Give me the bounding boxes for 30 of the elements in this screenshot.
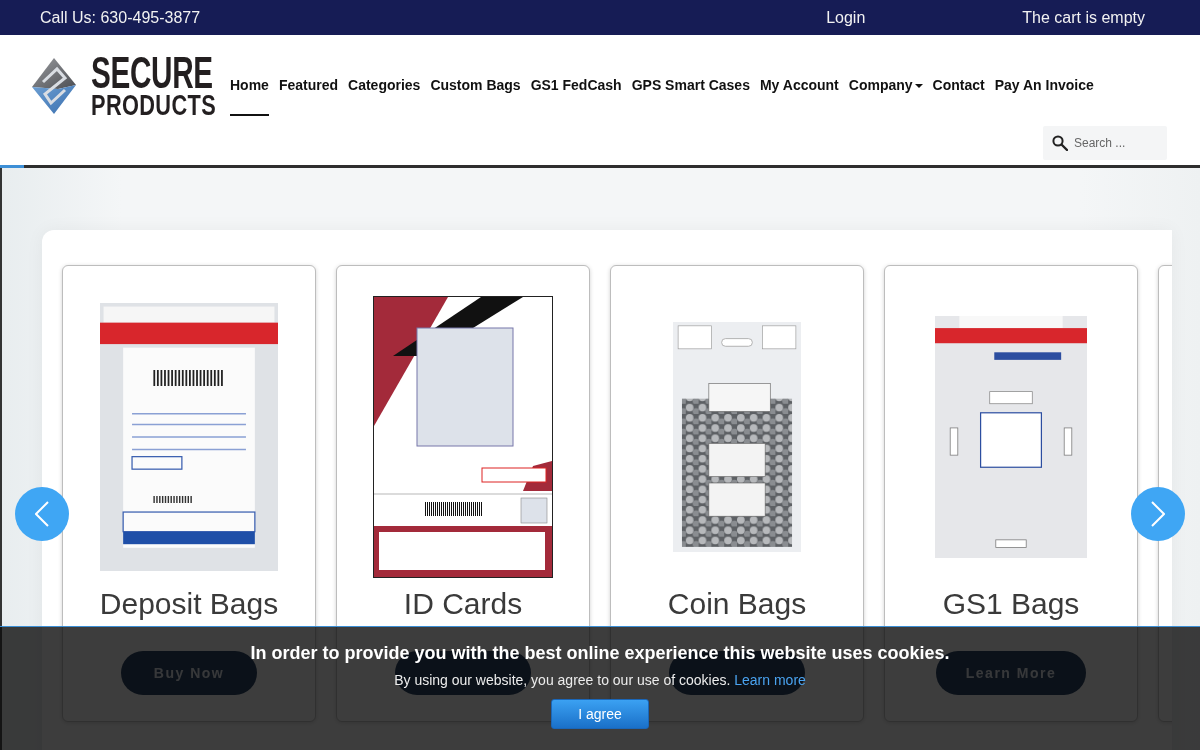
- caret-icon[interactable]: [914, 83, 923, 88]
- nav-link[interactable]: Featured: [278, 77, 339, 94]
- search-icon[interactable]: [1052, 135, 1068, 151]
- chevron-left-icon[interactable]: [35, 501, 49, 527]
- nav-link[interactable]: Home: [230, 77, 269, 116]
- nav-link[interactable]: My Account: [759, 77, 839, 94]
- learn-more-link[interactable]: Learn more: [734, 672, 806, 688]
- nav-link[interactable]: Pay An Invoice: [994, 77, 1094, 94]
- search-field[interactable]: Search ...: [1043, 126, 1167, 160]
- nav-link[interactable]: Categories: [348, 77, 421, 94]
- cart-link[interactable]: The cart is empty: [1022, 8, 1145, 27]
- product-title: ID Cards: [403, 586, 523, 622]
- chevron-right-icon[interactable]: [1151, 501, 1165, 527]
- previous-slide-button[interactable]: [15, 487, 69, 541]
- product-title: Deposit Bags: [99, 586, 279, 622]
- agree-button[interactable]: I agree: [551, 699, 649, 729]
- nav-link[interactable]: GS1 FedCash: [530, 77, 622, 94]
- nav-link[interactable]: Company: [848, 77, 923, 94]
- product-title: GS1 Bags: [942, 586, 1080, 622]
- logo-text[interactable]: SECURE: [91, 55, 213, 91]
- product-title: Coin Bags: [667, 586, 807, 622]
- phone-link[interactable]: Call Us: 630-495-3877: [40, 8, 201, 27]
- nav-link[interactable]: Custom Bags: [430, 77, 521, 94]
- login-link[interactable]: Login: [826, 8, 866, 27]
- cookie-heading: In order to provide you with the best online experience this website uses cookies.: [250, 643, 950, 663]
- nav-link[interactable]: GPS Smart Cases: [631, 77, 750, 94]
- logo-icon[interactable]: [32, 58, 76, 114]
- nav-link[interactable]: Contact: [932, 77, 985, 94]
- logo-text[interactable]: PRODUCTS: [91, 93, 217, 117]
- cookie-message: By using our website, you agree to our use of cookies. Learn more: [394, 671, 806, 689]
